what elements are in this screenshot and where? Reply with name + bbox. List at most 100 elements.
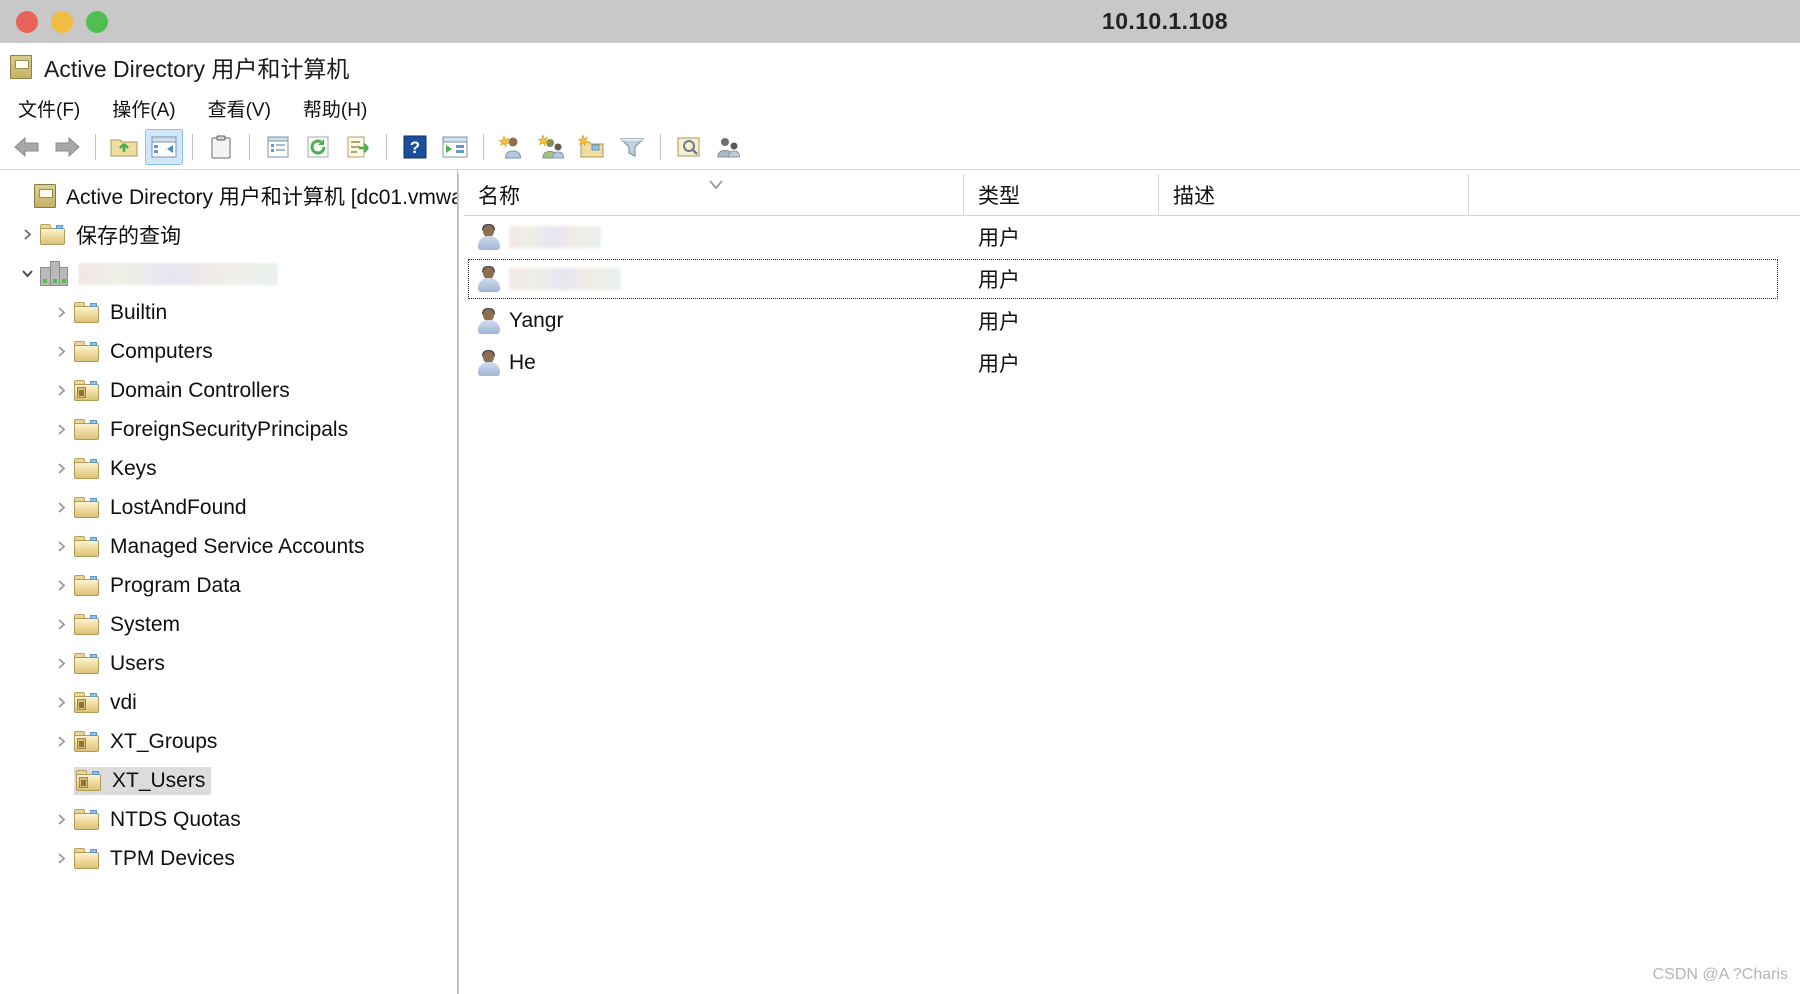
table-row[interactable]: Yangr 用户 (464, 300, 1800, 342)
table-row[interactable]: 用户 (464, 258, 1784, 300)
menu-file[interactable]: 文件(F) (12, 93, 86, 124)
tree-item-domain-controllers[interactable]: Domain Controllers (0, 371, 457, 410)
chevron-right-icon[interactable] (48, 423, 74, 436)
menu-view[interactable]: 查看(V) (202, 93, 277, 124)
column-header-name[interactable]: 名称 (464, 174, 964, 215)
tree-item-users[interactable]: Users (0, 644, 457, 683)
tree-item-keys[interactable]: Keys (0, 449, 457, 488)
maximize-window-button[interactable] (86, 10, 108, 33)
tree-item-computers[interactable]: Computers (0, 332, 457, 371)
menu-action[interactable]: 操作(A) (106, 93, 181, 124)
show-hide-tree-button[interactable] (145, 129, 183, 165)
find-objects-icon (677, 137, 700, 157)
ou-folder-icon (76, 770, 102, 791)
export-list-button[interactable] (339, 129, 377, 165)
chevron-right-icon[interactable] (48, 462, 74, 475)
menu-help[interactable]: 帮助(H) (297, 93, 373, 124)
tree-item-tpm-devices[interactable]: TPM Devices (0, 839, 457, 878)
window-controls (16, 10, 108, 33)
tree-item-saved-queries[interactable]: 保存的查询 (0, 215, 457, 254)
up-one-level-button[interactable] (105, 129, 143, 165)
chevron-right-icon[interactable] (48, 579, 74, 592)
show-actions-button[interactable] (436, 129, 474, 165)
table-row[interactable]: He 用户 (464, 342, 1800, 384)
list-view[interactable]: 名称 类型 描述 用户 用户 Yangr 用户 He 用户 CSDN @A ?C… (458, 170, 1800, 994)
cell-name: He (464, 349, 964, 376)
mmc-console-icon (10, 55, 32, 79)
tree-item-vdi[interactable]: vdi (0, 683, 457, 722)
tree-item-xt-users[interactable]: XT_Users (0, 761, 457, 800)
tree-item-foreign-security-principals[interactable]: ForeignSecurityPrincipals (0, 410, 457, 449)
saved-query-button[interactable] (710, 129, 748, 165)
view-details-button[interactable] (259, 129, 297, 165)
cell-name: Yangr (464, 307, 964, 334)
clipboard-icon (211, 135, 231, 159)
new-user-button[interactable] (493, 129, 531, 165)
ou-folder-icon (74, 692, 100, 713)
chevron-down-icon[interactable] (14, 267, 40, 280)
table-row[interactable]: 用户 (464, 216, 1800, 258)
tree-item-label: XT_Users (112, 768, 206, 792)
back-button[interactable] (8, 129, 46, 165)
folder-icon (74, 458, 100, 479)
tree-item-label: Users (110, 651, 165, 675)
refresh-button[interactable] (299, 129, 337, 165)
find-button[interactable] (670, 129, 708, 165)
tree-item-system[interactable]: System (0, 605, 457, 644)
folder-icon (40, 224, 66, 245)
cell-type: 用户 (978, 353, 1020, 376)
chevron-right-icon[interactable] (48, 618, 74, 631)
user-name-label: Yangr (509, 309, 564, 332)
screen: 10.10.1.108 Active Directory 用户和计算机 文件(F… (0, 0, 1800, 994)
column-header-description[interactable]: 描述 (1159, 174, 1469, 215)
chevron-right-icon[interactable] (48, 813, 74, 826)
tree-item-label: 保存的查询 (76, 224, 181, 248)
chevron-right-icon[interactable] (48, 657, 74, 670)
close-window-button[interactable] (16, 10, 38, 33)
tree-item-label: Builtin (110, 300, 168, 324)
tree-item-program-data[interactable]: Program Data (0, 566, 457, 605)
column-header-type[interactable]: 类型 (964, 174, 1159, 215)
help-button[interactable]: ? (396, 129, 434, 165)
tree-item-label: Domain Controllers (110, 378, 290, 402)
new-group-button[interactable] (533, 129, 571, 165)
chevron-right-icon[interactable] (48, 696, 74, 709)
forward-button[interactable] (48, 129, 86, 165)
minimize-window-button[interactable] (51, 10, 73, 33)
tree-item-builtin[interactable]: Builtin (0, 293, 457, 332)
toolbar: ? (0, 125, 1800, 170)
tree-item-managed-service-accounts[interactable]: Managed Service Accounts (0, 527, 457, 566)
column-header-label: 名称 (478, 184, 520, 208)
tree-item-domain[interactable] (0, 254, 457, 293)
tree-item-root[interactable]: Active Directory 用户和计算机 [dc01.vmwa (0, 176, 457, 215)
tree-item-xt-groups[interactable]: XT_Groups (0, 722, 457, 761)
chevron-right-icon[interactable] (14, 228, 40, 241)
filter-button[interactable] (613, 129, 651, 165)
question-mark-icon: ? (403, 135, 427, 159)
cell-name (464, 265, 964, 292)
toolbar-separator (386, 134, 387, 160)
cell-type: 用户 (978, 311, 1020, 334)
chevron-right-icon[interactable] (48, 501, 74, 514)
properties-button[interactable] (202, 129, 240, 165)
chevron-right-icon[interactable] (48, 345, 74, 358)
chevron-right-icon[interactable] (48, 306, 74, 319)
chevron-right-icon[interactable] (48, 540, 74, 553)
new-ou-icon (578, 134, 604, 158)
menubar: 文件(F) 操作(A) 查看(V) 帮助(H) (0, 91, 1800, 125)
tree-item-ntds-quotas[interactable]: NTDS Quotas (0, 800, 457, 839)
user-icon (478, 223, 500, 250)
folder-up-icon (110, 139, 138, 157)
console-tree[interactable]: Active Directory 用户和计算机 [dc01.vmwa 保存的查询 (0, 170, 458, 994)
tree-item-label: ForeignSecurityPrincipals (110, 417, 349, 441)
chevron-right-icon[interactable] (48, 384, 74, 397)
chevron-right-icon[interactable] (48, 735, 74, 748)
console-tree-icon (151, 136, 177, 158)
sort-descending-icon (704, 174, 728, 198)
tree-item-label: NTDS Quotas (110, 807, 241, 831)
user-icon (478, 307, 500, 334)
tree-item-selection: XT_Users (74, 766, 212, 795)
new-ou-button[interactable] (573, 129, 611, 165)
chevron-right-icon[interactable] (48, 852, 74, 865)
tree-item-lostandfound[interactable]: LostAndFound (0, 488, 457, 527)
